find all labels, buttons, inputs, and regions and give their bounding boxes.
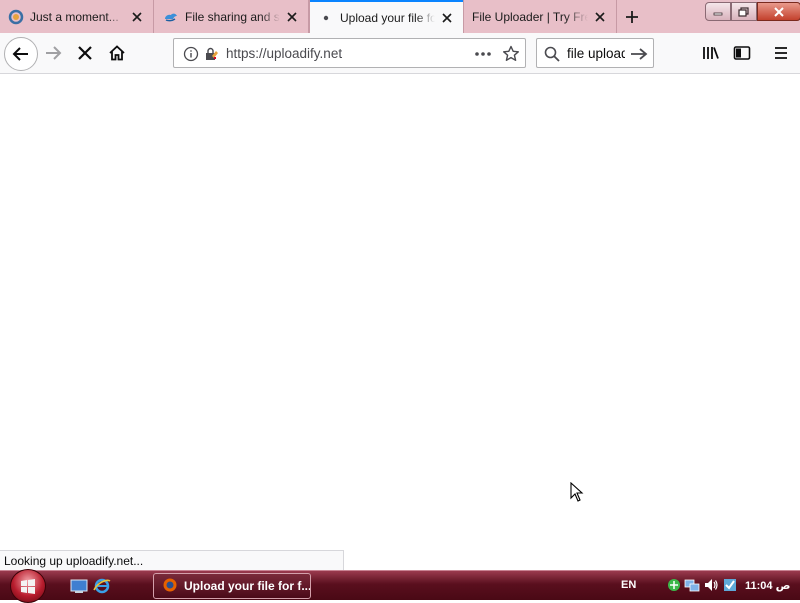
stop-button[interactable] (70, 39, 100, 67)
tab-upload-your-file[interactable]: Upload your file for free (310, 0, 463, 33)
status-text: Looking up uploadify.net... (4, 554, 144, 568)
insecure-lock-icon[interactable] (202, 45, 220, 63)
arrow-right-icon (46, 46, 62, 60)
sidebar-button[interactable] (727, 39, 757, 67)
close-tab-icon[interactable] (284, 9, 300, 25)
url-text: https://uploadify.net (226, 45, 343, 61)
language-indicator[interactable]: EN (621, 579, 636, 591)
firefox-icon (162, 577, 178, 596)
tab-strip: Just a moment... File sharing and storag… (0, 0, 800, 33)
search-bar[interactable] (536, 38, 654, 68)
library-icon (703, 47, 719, 59)
taskbar: Upload your file for f... EN 11:04 ص (0, 569, 800, 603)
url-bar[interactable]: https://uploadify.net (173, 38, 526, 68)
loading-dot-icon (318, 10, 334, 26)
tab-title: File sharing and storage (185, 9, 280, 24)
home-button[interactable] (102, 39, 132, 67)
windows-logo-icon (21, 579, 35, 594)
search-icon (543, 45, 561, 63)
start-button[interactable] (10, 569, 46, 603)
volume-icon[interactable] (703, 577, 719, 593)
tab-title: Just a moment... (30, 9, 119, 24)
sidebar-icon (733, 46, 751, 60)
hamburger-menu-icon (775, 47, 787, 59)
navigation-toolbar: https://uploadify.net (0, 33, 800, 74)
clock[interactable]: 11:04 ص (745, 579, 790, 592)
security-check-icon[interactable] (722, 577, 738, 593)
taskbar-window-title: Upload your file for f... (184, 579, 311, 593)
close-tab-icon[interactable] (592, 9, 608, 25)
taskbar-window-button[interactable]: Upload your file for f... (153, 573, 311, 599)
page-content (0, 74, 800, 570)
close-tab-icon[interactable] (129, 9, 145, 25)
maximize-button[interactable] (731, 2, 757, 21)
arrow-left-icon (12, 47, 28, 61)
menu-button[interactable] (766, 39, 796, 67)
mouse-cursor-icon (570, 481, 584, 505)
window-controls (705, 2, 800, 21)
page-actions-icon[interactable] (474, 45, 492, 63)
bookmark-star-icon[interactable] (502, 45, 520, 63)
tab-title: File Uploader | Try Free (472, 9, 588, 24)
search-go-icon[interactable] (630, 45, 648, 63)
forward-button[interactable] (38, 39, 68, 67)
tab-title: Upload your file for free (340, 10, 435, 25)
internet-explorer-icon[interactable] (93, 577, 111, 595)
back-button[interactable] (4, 37, 38, 71)
restore-icon (738, 6, 749, 17)
cloud-icon (163, 9, 179, 25)
minimize-icon (713, 12, 723, 15)
firefox-loading-icon (8, 9, 24, 25)
close-window-button[interactable] (757, 2, 800, 21)
library-button[interactable] (696, 39, 726, 67)
search-input[interactable] (567, 44, 625, 62)
tab-file-uploader[interactable]: File Uploader | Try Free (464, 0, 617, 33)
status-panel: Looking up uploadify.net... (0, 550, 344, 570)
new-tab-button[interactable] (620, 6, 644, 28)
minimize-button[interactable] (705, 2, 731, 21)
network-status-icon[interactable] (684, 577, 700, 593)
info-icon[interactable] (182, 45, 200, 63)
stop-icon (78, 46, 92, 60)
show-desktop-icon[interactable] (70, 577, 88, 595)
tab-just-a-moment[interactable]: Just a moment... (0, 0, 154, 33)
close-icon (774, 6, 784, 17)
close-tab-icon[interactable] (439, 10, 455, 26)
plus-icon (626, 11, 638, 23)
tab-file-sharing[interactable]: File sharing and storage (155, 0, 309, 33)
home-icon (109, 45, 125, 61)
network-share-icon[interactable] (666, 577, 682, 593)
